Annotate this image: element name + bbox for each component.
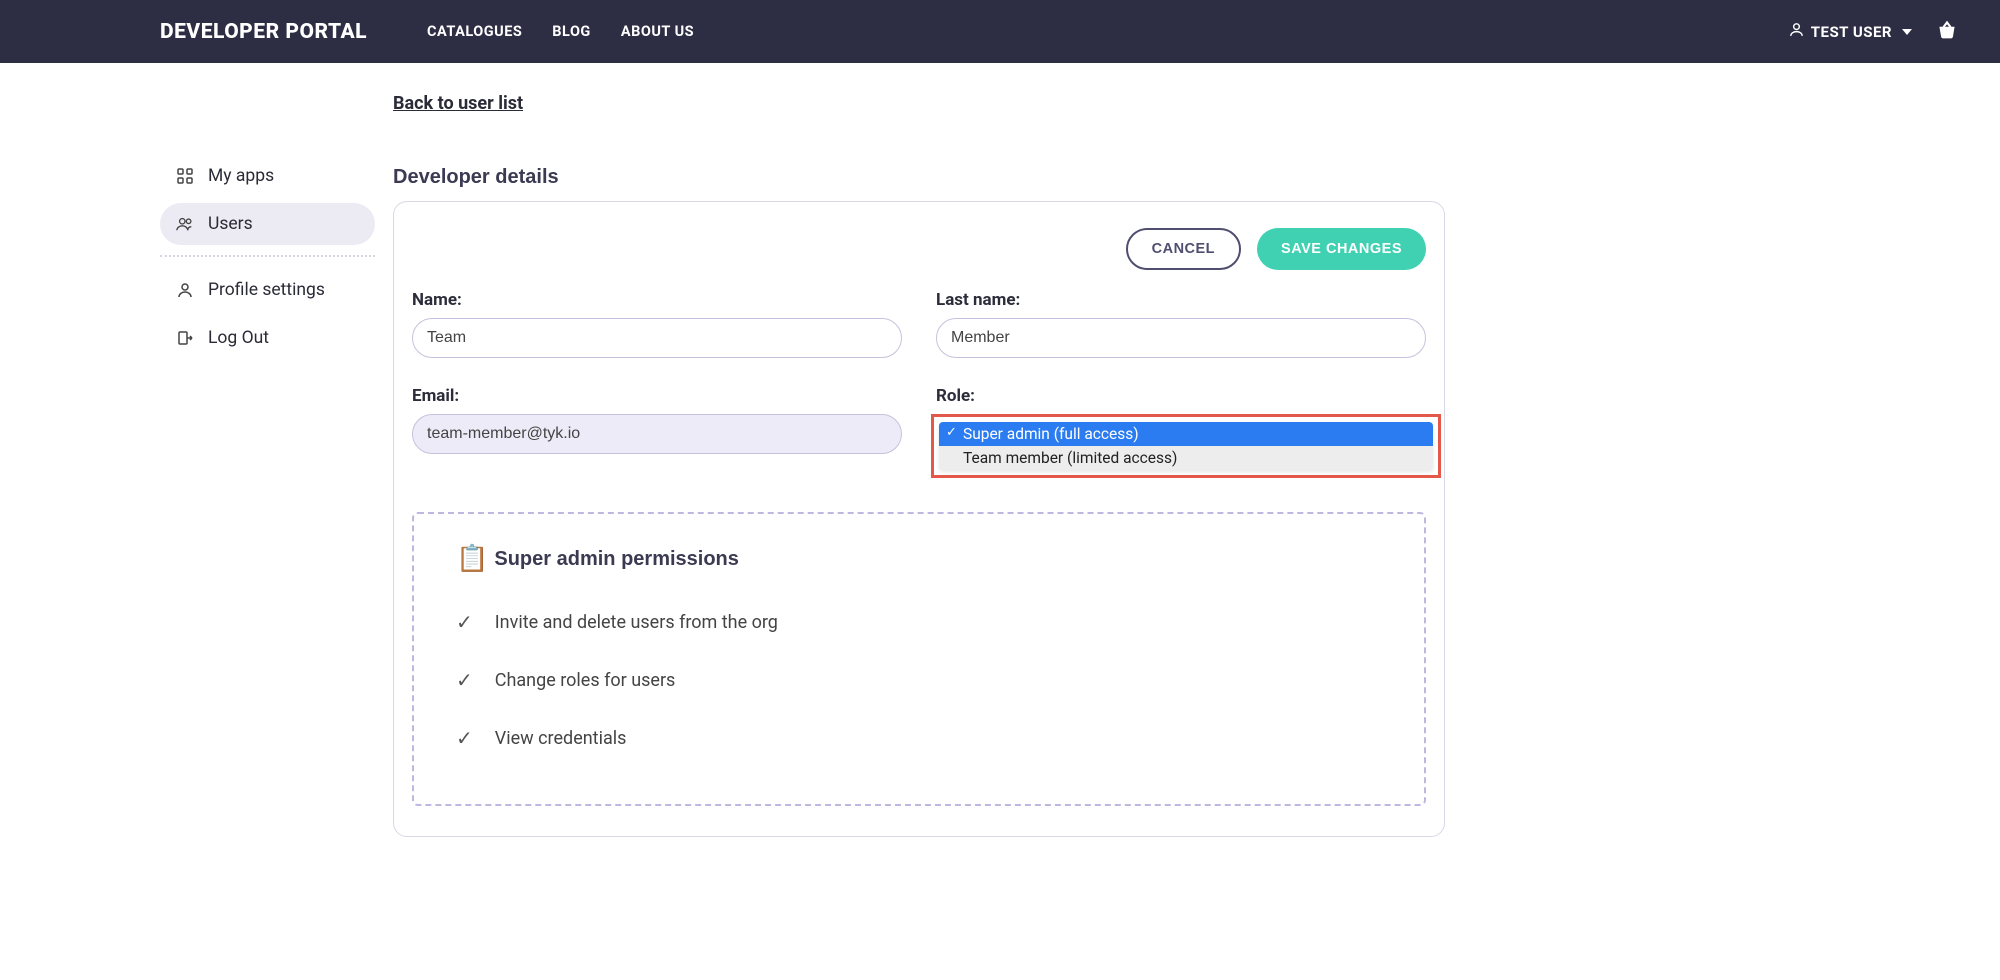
user-icon: [1788, 21, 1805, 42]
sidebar-item-my-apps[interactable]: My apps: [160, 155, 375, 197]
check-icon: ✓: [456, 726, 473, 750]
sidebar-item-profile-settings[interactable]: Profile settings: [160, 269, 375, 311]
profile-icon: [176, 282, 194, 298]
role-field-group: Role: Super admin (full access) Team mem…: [936, 386, 1426, 456]
nav-blog[interactable]: BLOG: [552, 23, 591, 40]
top-bar: DEVELOPER PORTAL CATALOGUES BLOG ABOUT U…: [0, 0, 2000, 63]
email-label: Email:: [412, 386, 902, 406]
permission-item: ✓ View credentials: [456, 726, 1382, 750]
nav-catalogues[interactable]: CATALOGUES: [427, 23, 522, 40]
permissions-header: 📋 Super admin permissions: [456, 544, 1382, 574]
permissions-panel: 📋 Super admin permissions ✓ Invite and d…: [412, 512, 1426, 806]
user-menu[interactable]: TEST USER: [1788, 21, 1912, 42]
developer-details-card: CANCEL SAVE CHANGES Name: Last name: Ema…: [393, 201, 1445, 837]
permission-text: View credentials: [495, 728, 627, 749]
email-field-group: Email:: [412, 386, 902, 456]
save-changes-button[interactable]: SAVE CHANGES: [1257, 228, 1426, 270]
permission-item: ✓ Change roles for users: [456, 668, 1382, 692]
role-dropdown-highlight: Super admin (full access) Team member (l…: [931, 414, 1441, 478]
sidebar-item-users[interactable]: Users: [160, 203, 375, 245]
sidebar-item-label: Users: [208, 214, 253, 234]
sidebar-item-label: Profile settings: [208, 280, 325, 300]
main-content: Back to user list Developer details CANC…: [375, 63, 1615, 857]
email-input[interactable]: [412, 414, 902, 454]
permission-text: Invite and delete users from the org: [495, 612, 778, 633]
caret-down-icon: [1902, 29, 1912, 35]
lastname-input[interactable]: [936, 318, 1426, 358]
role-option-team-member[interactable]: Team member (limited access): [939, 446, 1433, 470]
section-title: Developer details: [393, 166, 1445, 189]
sidebar-divider: [160, 255, 375, 257]
basket-icon[interactable]: [1934, 17, 1960, 47]
top-nav: CATALOGUES BLOG ABOUT US: [427, 23, 694, 40]
users-icon: [176, 216, 194, 232]
sidebar-item-label: My apps: [208, 166, 274, 186]
topbar-right: TEST USER: [1788, 17, 1960, 47]
logout-icon: [176, 330, 194, 346]
permission-item: ✓ Invite and delete users from the org: [456, 610, 1382, 634]
permissions-title: Super admin permissions: [494, 548, 739, 571]
back-to-user-list-link[interactable]: Back to user list: [393, 93, 523, 114]
role-label: Role:: [936, 386, 1426, 406]
form-grid: Name: Last name: Email: Role: Supe: [412, 290, 1426, 456]
name-field-group: Name:: [412, 290, 902, 358]
sidebar: My apps Users Profile settings Log Out: [160, 63, 375, 857]
lastname-field-group: Last name:: [936, 290, 1426, 358]
user-label: TEST USER: [1811, 23, 1892, 41]
role-option-super-admin[interactable]: Super admin (full access): [939, 422, 1433, 446]
role-dropdown[interactable]: Super admin (full access) Team member (l…: [939, 422, 1433, 470]
check-icon: ✓: [456, 610, 473, 634]
nav-about-us[interactable]: ABOUT US: [621, 23, 694, 40]
clipboard-icon: 📋: [456, 544, 488, 574]
name-input[interactable]: [412, 318, 902, 358]
apps-icon: [176, 168, 194, 184]
name-label: Name:: [412, 290, 902, 310]
cancel-button[interactable]: CANCEL: [1126, 228, 1241, 270]
card-actions: CANCEL SAVE CHANGES: [412, 228, 1426, 270]
permission-text: Change roles for users: [495, 670, 676, 691]
sidebar-item-label: Log Out: [208, 328, 269, 348]
sidebar-item-log-out[interactable]: Log Out: [160, 317, 375, 359]
lastname-label: Last name:: [936, 290, 1426, 310]
check-icon: ✓: [456, 668, 473, 692]
brand-title: DEVELOPER PORTAL: [160, 20, 367, 44]
